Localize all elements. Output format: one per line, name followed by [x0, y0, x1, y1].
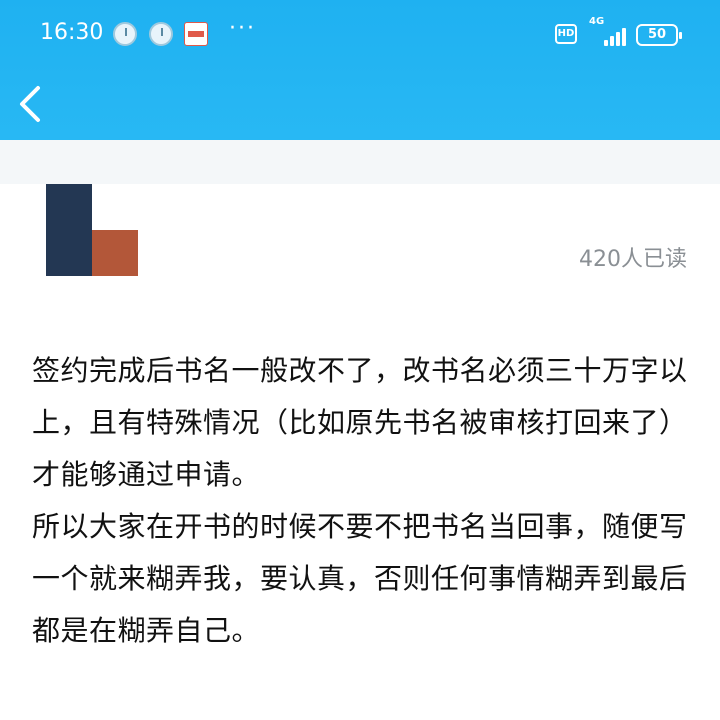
- app-notification-icon: [184, 22, 208, 46]
- top-bar: [0, 0, 720, 155]
- read-count: 420人已读: [579, 247, 687, 272]
- post-paragraph: 签约完成后书名一般改不了，改书名必须三十万字以上，且有特殊情况（比如原先书名被审…: [32, 354, 688, 491]
- logo-dark-block: [46, 184, 92, 276]
- hd-icon: HD: [555, 24, 577, 44]
- author-avatar[interactable]: [46, 184, 138, 276]
- logo-orange-block: [92, 230, 138, 276]
- status-time: 16:30: [40, 20, 104, 45]
- battery-icon: 50: [636, 24, 682, 46]
- chevron-left-icon: [20, 86, 40, 122]
- post-body: 签约完成后书名一般改不了，改书名必须三十万字以上，且有特殊情况（比如原先书名被审…: [32, 345, 692, 657]
- clock-notification-icon: [113, 22, 137, 46]
- post-paragraph: 所以大家在开书的时候不要不把书名当回事，随便写一个就来糊弄我，要认真，否则任何事…: [32, 510, 688, 647]
- signal-icon: [586, 26, 626, 46]
- more-notifications-icon: ···: [229, 16, 256, 41]
- back-button[interactable]: [14, 80, 50, 128]
- clock-notification-icon: [149, 22, 173, 46]
- card-shelf-notch: [170, 140, 470, 160]
